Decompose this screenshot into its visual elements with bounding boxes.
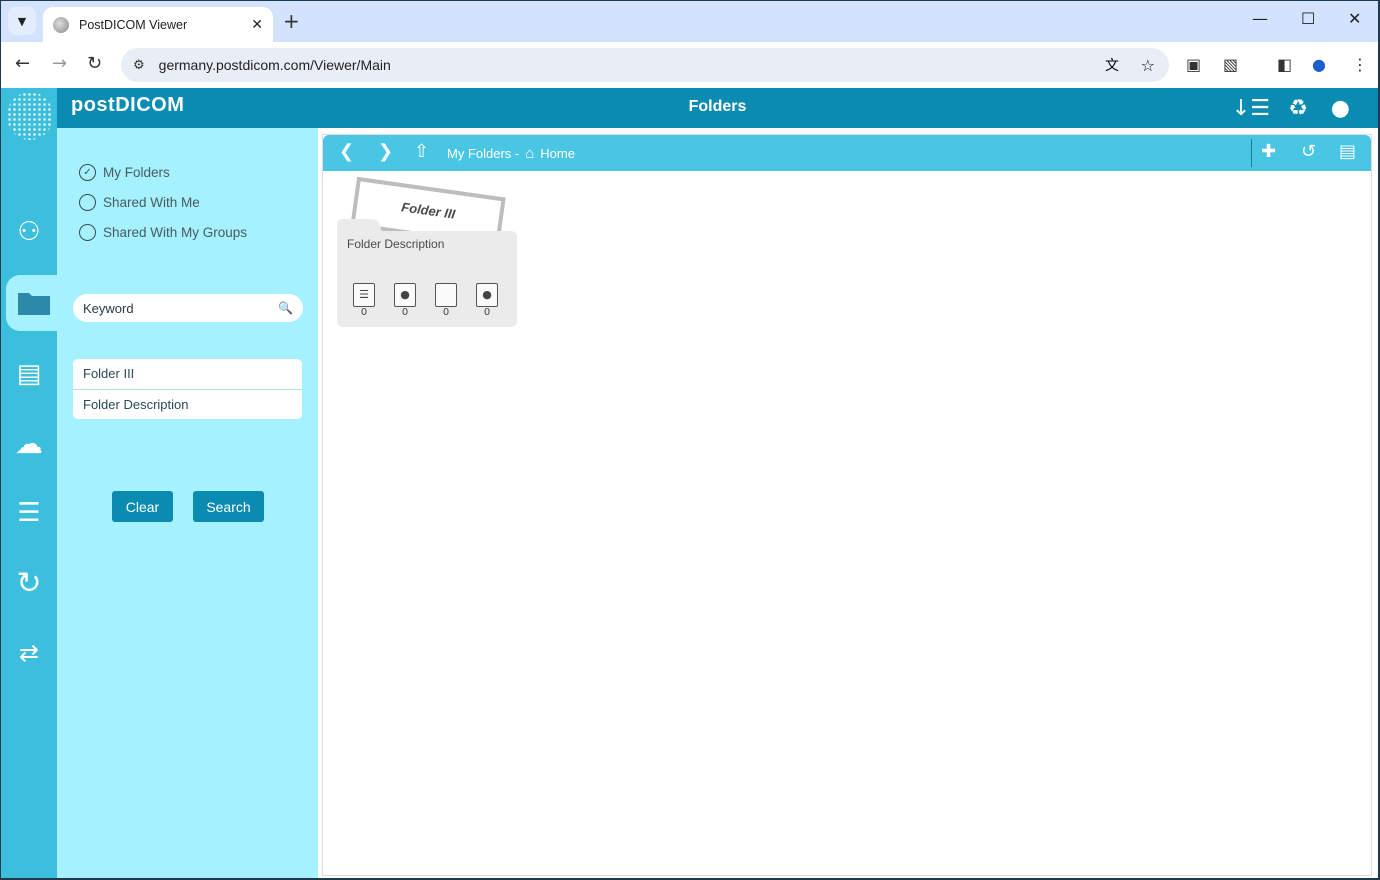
- app-header: postDICOM Folders ↓☰ ♻ ●: [57, 88, 1378, 128]
- breadcrumb-root[interactable]: My Folders -: [447, 146, 519, 161]
- clipboard-list-icon: ☰: [353, 283, 375, 307]
- rail-search-list[interactable]: ☰: [1, 485, 57, 541]
- tab-title: PostDICOM Viewer: [79, 17, 188, 32]
- nav-rail: ⚇ ▤ ☁ ☰ ↻ ⇄: [1, 88, 62, 878]
- url-text[interactable]: germany.postdicom.com/Viewer/Main: [159, 57, 391, 73]
- studies-count: ● 0: [392, 283, 418, 318]
- sync-icon: ↻: [16, 565, 42, 601]
- screenshot-icon[interactable]: ▣: [1186, 55, 1201, 74]
- browser-toolbar: ← → ↻ ⚙ germany.postdicom.com/Viewer/Mai…: [1, 42, 1378, 88]
- studies-icon: ▤: [16, 359, 42, 389]
- field-item[interactable]: Folder III: [73, 359, 302, 389]
- favicon-icon: [53, 16, 69, 33]
- browser-window: ▼ PostDICOM Viewer ✕ + — ☐ ✕ ← → ↻ ⚙ ger…: [1, 1, 1378, 878]
- breadcrumb-current[interactable]: Home: [540, 146, 575, 161]
- radio-shared-with-me[interactable]: Shared With Me: [79, 194, 200, 211]
- radio-label: Shared With Me: [103, 195, 200, 210]
- parent-folder-icon[interactable]: ⇧: [414, 141, 429, 162]
- shared-folders-count: ● 0: [474, 283, 500, 318]
- breadcrumb: My Folders - ⌂ Home: [447, 145, 575, 162]
- toolbar-divider: [1251, 139, 1252, 167]
- clipboard-globe-icon: ●: [394, 283, 416, 307]
- back-button[interactable]: ←: [15, 53, 30, 74]
- menu-icon[interactable]: ⋮: [1352, 55, 1368, 74]
- subfolders-count: 0: [433, 283, 459, 318]
- radio-circle-icon: [79, 224, 96, 241]
- radio-shared-with-groups[interactable]: Shared With My Groups: [79, 224, 247, 241]
- maximize-button[interactable]: ☐: [1301, 9, 1315, 28]
- translate-icon[interactable]: 文: [1105, 55, 1119, 75]
- folder-globe-icon: ●: [476, 283, 498, 307]
- folder-icon: [18, 293, 50, 315]
- folder-name: Folder III: [400, 199, 457, 222]
- filter-panel: ✓ My Folders Shared With Me Shared With M…: [57, 128, 318, 878]
- browser-tab[interactable]: PostDICOM Viewer ✕: [43, 7, 273, 42]
- tab-strip: ▼ PostDICOM Viewer ✕ + — ☐ ✕: [1, 1, 1378, 42]
- forward-button[interactable]: →: [52, 53, 67, 74]
- refresh-icon[interactable]: ↺: [1301, 141, 1316, 162]
- forward-arrow-icon[interactable]: ❯: [378, 141, 393, 162]
- reload-button[interactable]: ↻: [87, 53, 102, 74]
- folder-toolbar: ❮ ❯ ⇧ My Folders - ⌂ Home ✚ ↺ ▤: [323, 135, 1371, 171]
- count-value: 0: [401, 307, 409, 318]
- extensions-icon[interactable]: ▧: [1223, 55, 1238, 74]
- users-icon: ⚇: [17, 217, 41, 247]
- folder-description: Folder Description: [347, 237, 445, 251]
- home-icon: ⌂: [525, 145, 535, 162]
- transfer-icon: ⇄: [18, 639, 40, 667]
- rail-users[interactable]: ⚇: [1, 204, 57, 260]
- search-icon[interactable]: 🔍: [278, 301, 293, 315]
- profile-icon[interactable]: ●: [1312, 55, 1326, 74]
- recycle-bin-icon[interactable]: ♻: [1288, 96, 1308, 121]
- rail-upload[interactable]: ☁: [1, 415, 57, 471]
- rail-sync[interactable]: ↻: [1, 555, 57, 611]
- patients-count: ☰ 0: [351, 283, 377, 318]
- keyword-input[interactable]: Keyword 🔍: [73, 294, 303, 322]
- cloud-upload-icon: ☁: [15, 426, 43, 460]
- site-info-icon[interactable]: ⚙: [133, 58, 145, 73]
- folder-browser: ❮ ❯ ⇧ My Folders - ⌂ Home ✚ ↺ ▤ Folder I…: [322, 134, 1372, 876]
- back-arrow-icon[interactable]: ❮: [339, 141, 354, 162]
- bookmark-star-icon[interactable]: ☆: [1141, 56, 1155, 75]
- subfolder-icon: [435, 283, 457, 307]
- tab-search-button[interactable]: ▼: [8, 7, 36, 35]
- count-value: 0: [360, 307, 368, 318]
- radio-circle-icon: [79, 194, 96, 211]
- field-item[interactable]: Folder Description: [73, 389, 302, 419]
- radio-label: Shared With My Groups: [103, 225, 248, 240]
- rail-transfer[interactable]: ⇄: [1, 625, 57, 681]
- new-tab-button[interactable]: +: [283, 9, 300, 33]
- keyword-placeholder: Keyword: [83, 300, 134, 316]
- check-icon: ✓: [79, 164, 96, 181]
- page-title: Folders: [688, 98, 747, 115]
- archive-icon[interactable]: ▤: [1339, 141, 1356, 162]
- search-fields-list: Folder III Folder Description: [73, 359, 302, 419]
- rail-folders[interactable]: [6, 275, 62, 331]
- minimize-button[interactable]: —: [1252, 9, 1268, 28]
- count-value: 0: [442, 307, 450, 318]
- address-bar[interactable]: ⚙ germany.postdicom.com/Viewer/Main 文 ☆: [121, 48, 1169, 82]
- folder-card[interactable]: Folder III Folder Description ☰ 0 ● 0 0 ● 0: [337, 176, 517, 327]
- app: ⚇ ▤ ☁ ☰ ↻ ⇄ postDICOM Folders ↓☰ ♻ ● ✓ My…: [1, 88, 1378, 878]
- close-tab-icon[interactable]: ✕: [251, 17, 263, 33]
- clear-button[interactable]: Clear: [112, 491, 173, 522]
- side-panel-icon[interactable]: ◧: [1277, 55, 1292, 74]
- user-icon[interactable]: ●: [1331, 96, 1350, 121]
- radio-my-folders[interactable]: ✓ My Folders: [79, 164, 170, 181]
- sort-icon[interactable]: ↓☰: [1232, 96, 1270, 121]
- logo-icon: [7, 92, 53, 140]
- folder-body: Folder Description ☰ 0 ● 0 0 ● 0: [337, 231, 517, 327]
- close-window-button[interactable]: ✕: [1348, 9, 1361, 28]
- radio-label: My Folders: [103, 165, 170, 180]
- list-search-icon: ☰: [17, 498, 41, 528]
- search-button[interactable]: Search: [193, 491, 264, 522]
- new-folder-icon[interactable]: ✚: [1261, 141, 1276, 162]
- rail-studies[interactable]: ▤: [1, 346, 57, 402]
- count-value: 0: [483, 307, 491, 318]
